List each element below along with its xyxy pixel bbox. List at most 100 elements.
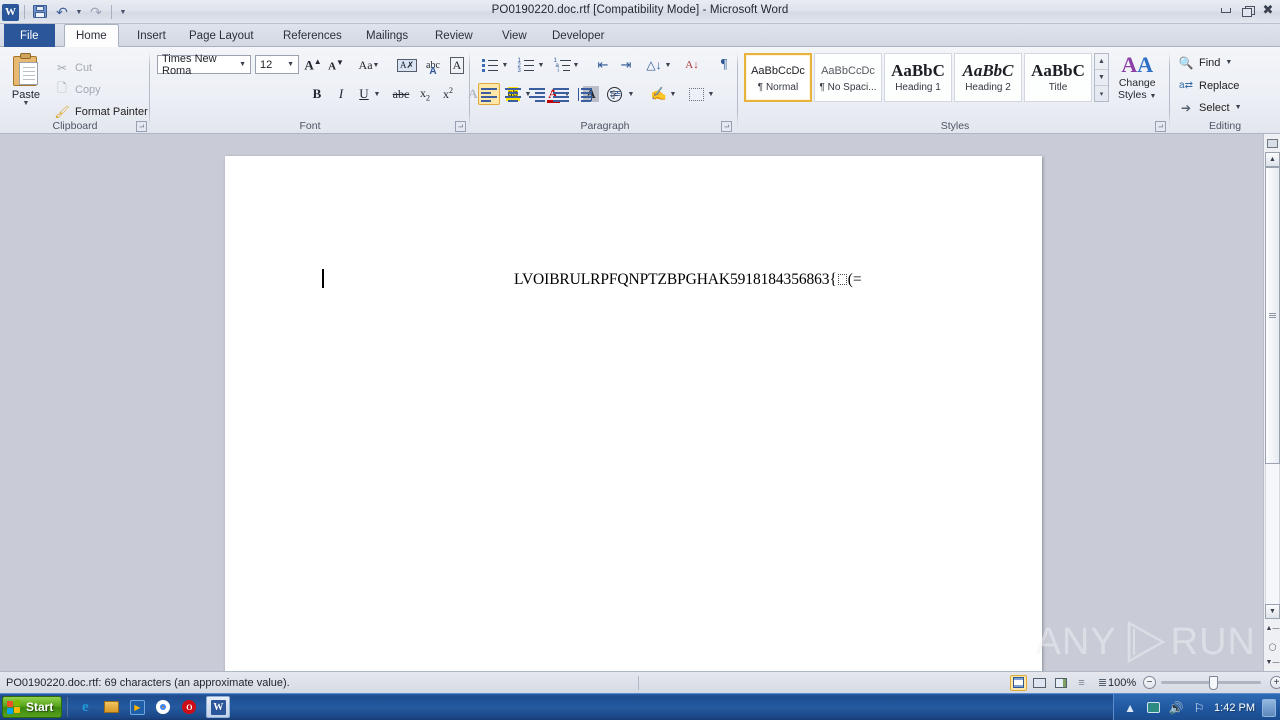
font-dialog-launcher[interactable]	[455, 121, 466, 132]
print-layout-icon[interactable]	[1010, 674, 1027, 691]
distributed-icon[interactable]	[574, 83, 596, 105]
word-taskbar-icon[interactable]: W	[206, 696, 231, 718]
tab-developer[interactable]: Developer	[541, 25, 615, 47]
subscript-icon[interactable]: x2	[414, 83, 436, 105]
strikethrough-icon[interactable]: abc	[390, 83, 412, 105]
paste-button[interactable]: Paste ▼	[6, 51, 46, 117]
zoom-handle[interactable]	[1209, 675, 1218, 690]
tab-home[interactable]: Home	[64, 24, 119, 47]
styles-gallery-scroll[interactable]: ▲ ▼ ▾	[1094, 53, 1109, 102]
media-player-icon[interactable]: ▶	[128, 698, 146, 716]
select-dropdown-icon[interactable]: ▼	[1235, 104, 1242, 111]
volume-icon[interactable]: 🔊	[1168, 700, 1184, 716]
style-no-spacing[interactable]: AaBbCcDc ¶ No Spaci...	[814, 53, 882, 102]
bold-icon[interactable]: B	[306, 83, 328, 105]
phonetic-guide-icon[interactable]: abc A	[422, 54, 444, 78]
zoom-slider[interactable]: − +	[1143, 675, 1280, 690]
clear-formatting-icon[interactable]: A✗	[396, 54, 418, 76]
tab-insert[interactable]: Insert	[126, 25, 177, 47]
zoom-level[interactable]: 100%	[1108, 677, 1136, 689]
bullets-icon[interactable]	[479, 54, 501, 76]
scroll-thumb[interactable]	[1265, 167, 1280, 464]
select-browse-object-icon[interactable]: ◯	[1265, 639, 1280, 654]
find-button[interactable]: 🔍 Find ▼	[1178, 52, 1233, 73]
show-formatting-marks-icon[interactable]: A↓	[681, 54, 703, 76]
clock[interactable]: 1:42 PM	[1214, 702, 1255, 714]
style-heading-1[interactable]: AaBbC Heading 1	[884, 53, 952, 102]
shading-dropdown-icon[interactable]: ▼	[668, 83, 678, 105]
styles-scroll-down-icon[interactable]: ▼	[1095, 70, 1108, 86]
pilcrow-icon[interactable]: ¶	[713, 54, 735, 76]
tab-file[interactable]: File	[4, 24, 55, 47]
grow-font-icon[interactable]: A▲	[302, 54, 324, 76]
internet-explorer-icon[interactable]: e	[76, 698, 94, 716]
align-center-icon[interactable]	[502, 83, 524, 105]
document-text[interactable]: LVOIBRULRPFQNPTZBPGHAK5918184356863{(=	[514, 271, 914, 289]
align-right-icon[interactable]	[526, 83, 548, 105]
close-icon[interactable]: ✖	[1260, 3, 1276, 18]
sort-icon[interactable]: △↓	[643, 54, 665, 76]
folder-icon[interactable]	[102, 698, 120, 716]
tab-mailings[interactable]: Mailings	[355, 25, 419, 47]
shading-icon[interactable]: ✍	[648, 83, 670, 105]
tab-view[interactable]: View	[491, 25, 538, 47]
next-page-icon[interactable]: ▼—	[1265, 655, 1280, 670]
justify-icon[interactable]	[550, 83, 572, 105]
find-dropdown-icon[interactable]: ▼	[1225, 59, 1232, 66]
style-title[interactable]: AaBbC Title	[1024, 53, 1092, 102]
style-normal[interactable]: AaBbCcDc ¶ Normal	[744, 53, 812, 102]
multilevel-dropdown-icon[interactable]: ▼	[571, 54, 581, 76]
numbering-dropdown-icon[interactable]: ▼	[536, 54, 546, 76]
increase-indent-icon[interactable]: ⇥	[615, 54, 637, 76]
show-hidden-icons-chevron[interactable]: ▲	[1122, 700, 1138, 716]
start-button[interactable]: Start	[2, 696, 63, 718]
split-window-icon[interactable]	[1265, 136, 1280, 150]
web-layout-icon[interactable]	[1052, 675, 1069, 691]
flag-action-center-icon[interactable]: ⚐	[1191, 700, 1207, 716]
bullets-dropdown-icon[interactable]: ▼	[500, 54, 510, 76]
copy-button[interactable]: 🗋 Copy	[52, 79, 101, 100]
previous-page-icon[interactable]: ▲—	[1265, 621, 1280, 636]
line-spacing-dropdown-icon[interactable]: ▼	[626, 83, 636, 105]
decrease-indent-icon[interactable]: ⇤	[592, 54, 614, 76]
paragraph-dialog-launcher[interactable]	[721, 121, 732, 132]
tab-page-layout[interactable]: Page Layout	[178, 25, 265, 47]
cut-button[interactable]: ✂ Cut	[52, 57, 92, 78]
italic-icon[interactable]: I	[330, 83, 352, 105]
opera-icon[interactable]: O	[180, 698, 198, 716]
tab-review[interactable]: Review	[424, 25, 484, 47]
borders-icon[interactable]	[685, 83, 707, 105]
styles-dialog-launcher[interactable]	[1155, 121, 1166, 132]
underline-dropdown-icon[interactable]: ▼	[372, 83, 382, 105]
superscript-icon[interactable]: x2	[437, 83, 459, 105]
clipboard-dialog-launcher[interactable]	[136, 121, 147, 132]
shrink-font-icon[interactable]: A▼	[325, 54, 347, 76]
sort-dropdown-icon[interactable]: ▼	[663, 54, 673, 76]
change-styles-button[interactable]: AA Change Styles ▼	[1118, 53, 1156, 103]
select-button[interactable]: ➔ Select ▼	[1178, 97, 1242, 118]
change-case-icon[interactable]: Aa ▼	[356, 54, 382, 76]
format-painter-button[interactable]: 🖌 Format Painter	[52, 101, 147, 122]
style-heading-2[interactable]: AaBbC Heading 2	[954, 53, 1022, 102]
minimize-icon[interactable]	[1218, 3, 1234, 18]
align-left-icon[interactable]	[478, 83, 500, 105]
restore-icon[interactable]	[1239, 3, 1255, 18]
zoom-out-icon[interactable]: −	[1143, 676, 1156, 689]
vertical-scrollbar[interactable]: ▲ ▼ ▲— ◯ ▼—	[1263, 134, 1280, 671]
tab-references[interactable]: References	[272, 25, 353, 47]
borders-dropdown-icon[interactable]: ▼	[706, 83, 716, 105]
font-size-combo[interactable]: 12 ▼	[255, 55, 299, 74]
paste-dropdown-icon[interactable]: ▼	[23, 100, 30, 107]
replace-button[interactable]: a⇄ Replace	[1178, 75, 1239, 96]
multilevel-list-icon[interactable]: 1 a i	[551, 54, 573, 76]
full-screen-reading-icon[interactable]	[1031, 675, 1048, 691]
font-name-combo[interactable]: Times New Roma ▼	[157, 53, 251, 77]
scroll-up-icon[interactable]: ▲	[1265, 152, 1280, 167]
chrome-icon[interactable]	[154, 698, 172, 716]
network-icon[interactable]	[1145, 700, 1161, 716]
character-border-icon[interactable]: A	[446, 54, 468, 76]
scroll-down-icon[interactable]: ▼	[1265, 604, 1280, 619]
show-desktop-icon[interactable]	[1262, 698, 1276, 717]
document-page[interactable]: LVOIBRULRPFQNPTZBPGHAK5918184356863{(=	[225, 156, 1042, 671]
styles-more-icon[interactable]: ▾	[1095, 86, 1108, 101]
